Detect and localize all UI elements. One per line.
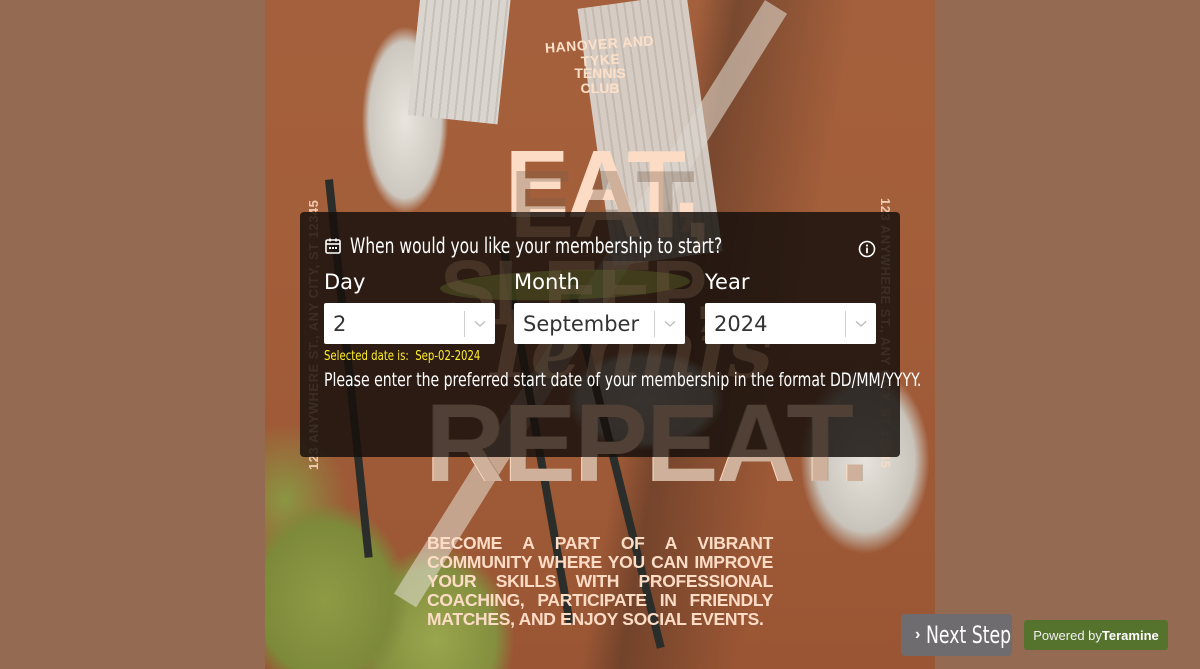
poster-tagline: BECOME A PART OF A VIBRANT COMMUNITY WHE… bbox=[427, 533, 773, 629]
month-label: Month bbox=[514, 270, 580, 294]
year-label: Year bbox=[705, 270, 750, 294]
helper-text: Please enter the preferred start date of… bbox=[324, 369, 922, 391]
info-icon[interactable] bbox=[858, 240, 876, 258]
chevron-down-icon[interactable] bbox=[465, 303, 495, 344]
chevron-right-icon: › bbox=[915, 626, 921, 643]
chevron-down-icon[interactable] bbox=[655, 303, 685, 344]
year-select[interactable]: 2024 bbox=[705, 303, 876, 344]
day-label: Day bbox=[324, 270, 366, 294]
month-select[interactable]: September bbox=[514, 303, 685, 344]
chevron-down-icon[interactable] bbox=[846, 303, 876, 344]
club-name-line2: CLUB bbox=[580, 80, 620, 96]
next-step-label: Next Step bbox=[926, 621, 1012, 649]
club-name: TENNIS CLUB bbox=[550, 66, 650, 96]
selected-date-value: Sep-02-2024 bbox=[415, 349, 481, 364]
question-text: When would you like your membership to s… bbox=[350, 234, 723, 258]
sock-left bbox=[407, 0, 513, 125]
selected-date-label: Selected date is: bbox=[324, 349, 409, 364]
month-select-value: September bbox=[523, 311, 640, 336]
club-name-line1: TENNIS bbox=[574, 65, 626, 81]
date-question-card: EAT, SLEEP, Tennis REPEAT. When would yo… bbox=[300, 151, 921, 505]
powered-by-prefix: Powered by bbox=[1033, 627, 1102, 643]
year-select-value: 2024 bbox=[714, 311, 768, 336]
powered-by-brand: Teramine bbox=[1101, 627, 1159, 643]
day-select-value: 2 bbox=[333, 311, 347, 336]
question-heading: When would you like your membership to s… bbox=[324, 234, 804, 258]
powered-by-badge[interactable]: Powered by Teramine bbox=[1024, 620, 1168, 650]
day-select[interactable]: 2 bbox=[324, 303, 495, 344]
calendar-icon bbox=[324, 237, 342, 255]
next-step-button[interactable]: › Next Step bbox=[901, 614, 1012, 656]
selected-date-text: Selected date is: Sep-02-2024 bbox=[324, 349, 480, 364]
